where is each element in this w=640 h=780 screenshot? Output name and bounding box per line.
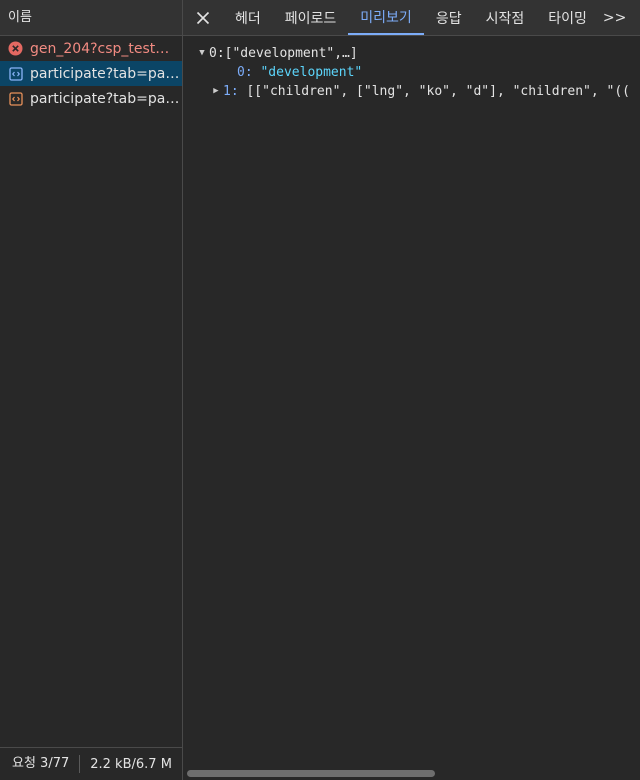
request-item[interactable]: participate?tab=par... [0, 61, 182, 86]
node-value: [["children", ["lng", "ko", "d"], "child… [246, 84, 630, 99]
node-value: "development" [260, 65, 363, 80]
tab-response[interactable]: 응답 [424, 0, 474, 35]
close-button[interactable] [183, 0, 223, 35]
tree-node-0: 0: "development" [195, 63, 640, 82]
json-preview: ▼ 0: ["development",…] 0: "development" … [183, 36, 640, 101]
document-icon [8, 91, 23, 106]
name-column-header[interactable]: 이름 [0, 0, 182, 36]
node-key: 0: [209, 46, 225, 61]
request-name: gen_204?csp_test=... [30, 40, 180, 57]
tree-node-1[interactable]: ▶ 1: [["children", ["lng", "ko", "d"], "… [195, 82, 640, 101]
request-name: participate?tab=par... [30, 65, 180, 82]
more-tabs-button[interactable]: >> [599, 0, 626, 35]
document-icon [8, 66, 23, 81]
tab-preview[interactable]: 미리보기 [348, 0, 424, 35]
node-summary: ["development",…] [224, 46, 358, 61]
request-item[interactable]: gen_204?csp_test=... [0, 36, 182, 61]
error-icon [8, 41, 23, 56]
tab-initiator[interactable]: 시작점 [474, 0, 537, 35]
tab-headers[interactable]: 헤더 [223, 0, 273, 35]
transfer-size: 2.2 kB/6.7 M [90, 756, 172, 772]
request-list-panel: 이름 gen_204?csp_test=... participate?tab=… [0, 0, 183, 780]
node-key: 0: [237, 65, 253, 80]
detail-tabbar: 헤더 페이로드 미리보기 응답 시작점 타이밍 >> [183, 0, 640, 36]
tab-timing[interactable]: 타이밍 [536, 0, 599, 35]
triangle-right-icon[interactable]: ▶ [209, 82, 223, 101]
close-icon [196, 11, 210, 24]
request-count: 요청 3/77 [0, 755, 81, 773]
request-name: participate?tab=par... [30, 90, 180, 107]
scrollbar-thumb[interactable] [187, 770, 435, 777]
horizontal-scrollbar[interactable] [183, 766, 640, 780]
tab-payload[interactable]: 페이로드 [273, 0, 349, 35]
detail-panel: 헤더 페이로드 미리보기 응답 시작점 타이밍 >> ▼ 0: ["develo… [183, 0, 640, 780]
triangle-down-icon[interactable]: ▼ [195, 44, 209, 63]
tree-node-root[interactable]: ▼ 0: ["development",…] [195, 44, 640, 63]
node-key: 1: [223, 84, 239, 99]
status-bar: 요청 3/77 2.2 kB/6.7 M [0, 747, 182, 780]
request-item[interactable]: participate?tab=par... [0, 86, 182, 111]
